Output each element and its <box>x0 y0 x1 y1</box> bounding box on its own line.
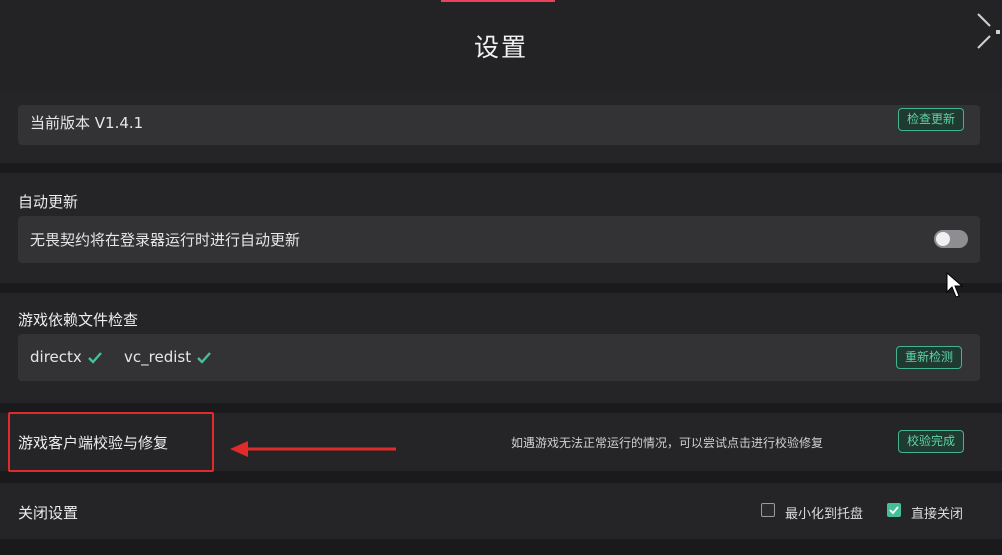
divider <box>0 283 1002 293</box>
divider <box>0 539 1002 555</box>
auto-update-toggle[interactable] <box>934 230 968 248</box>
checkmark-icon <box>889 506 899 515</box>
close-icon[interactable] <box>970 8 1002 56</box>
check-update-button[interactable]: 检查更新 <box>898 108 965 131</box>
annotation-arrow-icon <box>230 441 396 457</box>
repair-hint: 如遇游戏无法正常运行的情况，可以尝试点击进行校验修复 <box>511 436 824 450</box>
version-section: 当前版本 V1.4.1 检查更新 <box>0 93 1002 163</box>
auto-update-card: 无畏契约将在登录器运行时进行自动更新 <box>18 216 980 263</box>
dependency-item-vc-redist: vc_redist <box>124 348 211 366</box>
verify-complete-button[interactable]: 校验完成 <box>898 430 965 453</box>
check-icon <box>87 351 102 364</box>
check-icon <box>197 351 211 364</box>
page-title: 设置 <box>473 33 528 62</box>
dependency-item-label: directx <box>30 348 82 366</box>
divider <box>0 163 1002 173</box>
dependency-item-directx: directx <box>30 348 102 366</box>
divider <box>0 471 1002 483</box>
version-label: 当前版本 V1.4.1 <box>30 114 144 132</box>
auto-update-title: 自动更新 <box>18 193 79 211</box>
dependency-card: directx vc_redist 重新检测 <box>18 334 980 381</box>
auto-update-section: 自动更新 无畏契约将在登录器运行时进行自动更新 <box>0 173 1002 283</box>
close-settings-title: 关闭设置 <box>18 504 79 522</box>
top-accent-bar <box>441 0 555 2</box>
close-directly-label[interactable]: 直接关闭 <box>911 503 963 522</box>
close-settings-section: 关闭设置 最小化到托盘 直接关闭 <box>0 483 1002 539</box>
toggle-knob <box>936 232 950 246</box>
close-directly-checkbox[interactable] <box>887 503 901 517</box>
recheck-button[interactable]: 重新检测 <box>896 346 963 369</box>
auto-update-description: 无畏契约将在登录器运行时进行自动更新 <box>30 231 301 249</box>
dependency-item-label: vc_redist <box>124 348 192 366</box>
annotation-highlight-box <box>8 412 214 472</box>
minimize-to-tray-checkbox[interactable] <box>761 503 775 517</box>
minimize-to-tray-label[interactable]: 最小化到托盘 <box>785 503 863 522</box>
version-card: 当前版本 V1.4.1 检查更新 <box>18 105 980 145</box>
dependency-section: 游戏依赖文件检查 directx vc_redist 重新检测 <box>0 293 1002 403</box>
mouse-cursor-icon <box>946 272 964 298</box>
dependency-title: 游戏依赖文件检查 <box>18 311 139 329</box>
